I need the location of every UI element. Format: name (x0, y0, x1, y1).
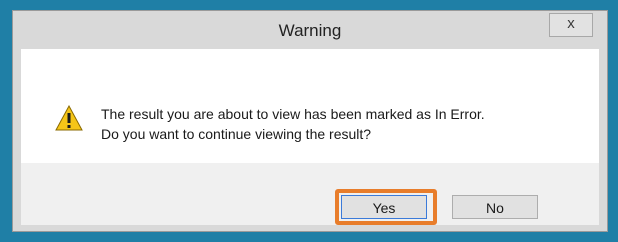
dialog-title: Warning (278, 21, 342, 40)
dialog-body: The result you are about to view has bee… (21, 49, 599, 225)
close-icon: x (567, 15, 575, 32)
title-bar[interactable]: Warning x (13, 11, 607, 49)
message-line-2: Do you want to continue viewing the resu… (101, 126, 372, 142)
close-button[interactable]: x (549, 13, 593, 37)
warning-dialog: Warning x The result you are about to vi… (12, 10, 608, 232)
no-button[interactable]: No (452, 195, 538, 219)
message-area: The result you are about to view has bee… (21, 49, 599, 163)
button-row: Yes No (21, 163, 599, 225)
yes-button-highlight (335, 189, 437, 225)
warning-icon (55, 105, 83, 131)
warning-message: The result you are about to view has bee… (101, 104, 485, 144)
message-line-1: The result you are about to view has bee… (101, 106, 485, 122)
window-frame: Warning x The result you are about to vi… (0, 0, 618, 242)
